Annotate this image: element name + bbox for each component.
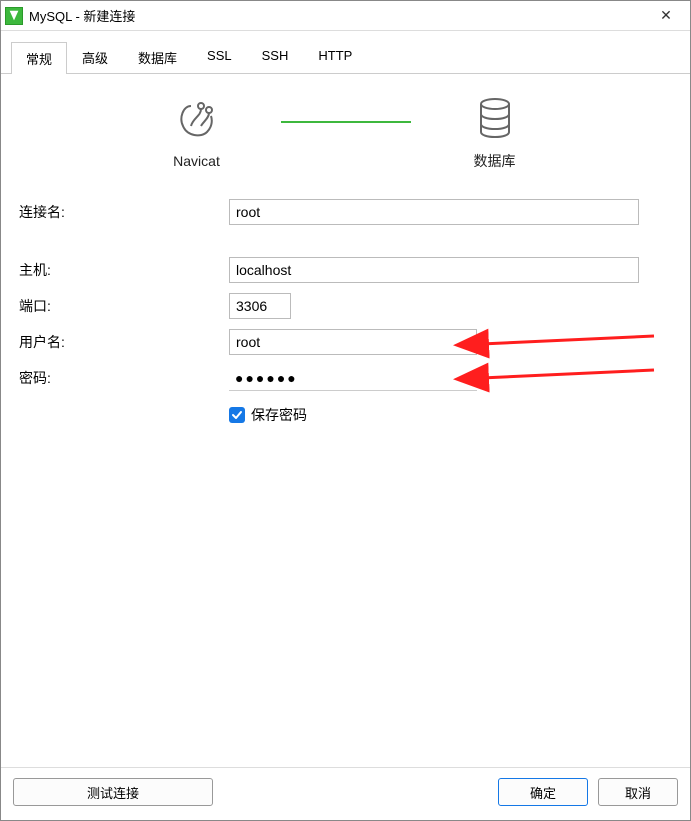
port-field[interactable]	[229, 293, 291, 319]
row-host: 主机:	[19, 257, 672, 283]
save-password-label: 保存密码	[251, 405, 307, 425]
connector-diagram: Navicat 数据库	[19, 94, 672, 171]
titlebar: MySQL - 新建连接 ✕	[1, 1, 690, 31]
close-icon[interactable]: ✕	[646, 7, 686, 24]
row-user: 用户名:	[19, 329, 672, 355]
tab-advanced[interactable]: 高级	[67, 41, 123, 73]
password-field[interactable]: ●●●●●●	[229, 365, 477, 391]
user-label: 用户名:	[19, 332, 229, 352]
password-label: 密码:	[19, 368, 229, 388]
connection-form: 连接名: 主机: 端口: 用户名: 密码: ●●●●●●	[19, 199, 672, 425]
tab-content-general: Navicat 数据库 连接名:	[1, 74, 690, 767]
tab-general[interactable]: 常规	[11, 42, 67, 74]
navicat-icon	[173, 96, 221, 147]
button-bar: 测试连接 确定 取消	[1, 767, 690, 820]
row-conn-name: 连接名:	[19, 199, 672, 225]
tab-database[interactable]: 数据库	[123, 41, 192, 73]
test-connection-button[interactable]: 测试连接	[13, 778, 213, 806]
host-label: 主机:	[19, 260, 229, 280]
conn-name-label: 连接名:	[19, 202, 229, 222]
port-label: 端口:	[19, 296, 229, 316]
tab-ssh[interactable]: SSH	[247, 41, 304, 73]
row-port: 端口:	[19, 293, 672, 319]
connector-right-label: 数据库	[474, 151, 516, 171]
tab-http[interactable]: HTTP	[303, 41, 367, 73]
connector-line	[281, 121, 411, 123]
row-save-password: 保存密码	[19, 405, 672, 425]
app-icon	[5, 7, 23, 25]
connector-left-label: Navicat	[173, 153, 220, 169]
window-title: MySQL - 新建连接	[29, 6, 135, 25]
conn-name-field[interactable]	[229, 199, 639, 225]
save-password-checkbox[interactable]	[229, 407, 245, 423]
tab-ssl[interactable]: SSL	[192, 41, 247, 73]
database-icon	[471, 94, 519, 145]
connector-right: 数据库	[415, 94, 575, 171]
tabstrip: 常规 高级 数据库 SSL SSH HTTP	[1, 31, 690, 74]
connector-left: Navicat	[117, 96, 277, 169]
cancel-button[interactable]: 取消	[598, 778, 678, 806]
user-field[interactable]	[229, 329, 477, 355]
row-password: 密码: ●●●●●●	[19, 365, 672, 391]
ok-button[interactable]: 确定	[498, 778, 588, 806]
host-field[interactable]	[229, 257, 639, 283]
dialog-window: MySQL - 新建连接 ✕ 常规 高级 数据库 SSL SSH HTTP	[0, 0, 691, 821]
